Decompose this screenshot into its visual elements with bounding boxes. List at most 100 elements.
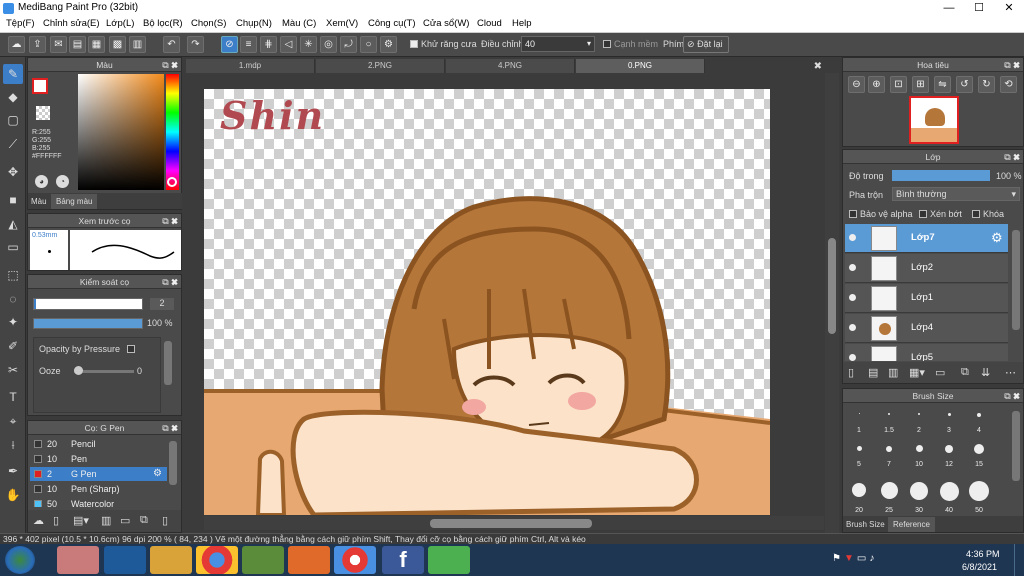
layer-row[interactable]: Lớp5 xyxy=(845,344,1008,361)
layer-row[interactable]: Lớp4 xyxy=(845,314,1008,343)
menu-cloud[interactable]: Cloud xyxy=(477,18,502,29)
brush-size-option[interactable]: 40 xyxy=(935,481,963,515)
brush-size-option[interactable]: 10 xyxy=(905,439,933,469)
foreground-color-swatch[interactable] xyxy=(32,78,48,94)
brush-size-option[interactable]: 4 xyxy=(965,405,993,435)
panel-controls-icon[interactable]: ⧉ ✖ xyxy=(1004,150,1020,164)
eye-icon[interactable] xyxy=(849,354,856,361)
add-brush-icon[interactable]: ▤▾ xyxy=(73,514,89,527)
brush-size-option[interactable]: 1.5 xyxy=(875,405,903,435)
brush-size-option[interactable]: 20 xyxy=(845,481,873,515)
select-pen-tool-icon[interactable]: ✐ xyxy=(3,336,23,356)
tab-document[interactable]: 1.mdp xyxy=(186,59,315,73)
redo-icon[interactable]: ↷ xyxy=(187,36,204,53)
menu-window[interactable]: Cửa sổ(W) xyxy=(423,18,469,29)
reset-button[interactable]: ⊘ Đặt lại xyxy=(683,36,729,53)
cloud-icon[interactable]: ☁ xyxy=(8,36,25,53)
clock-date[interactable]: 6/8/2021 xyxy=(962,562,997,572)
brush-size-option[interactable]: 50 xyxy=(965,481,993,515)
circle-snap-icon[interactable]: ○ xyxy=(360,36,377,53)
export-icon[interactable]: ⇪ xyxy=(29,36,46,53)
page-icon[interactable]: ▥ xyxy=(129,36,146,53)
comment-icon[interactable]: ▤ xyxy=(69,36,86,53)
eye-icon[interactable] xyxy=(849,324,856,331)
network-icon[interactable]: ▭ xyxy=(857,553,869,564)
tab-color[interactable]: Màu xyxy=(31,197,47,206)
system-tray[interactable]: ⚑▼▭♪ xyxy=(832,553,928,567)
brush-list-scrollbar[interactable] xyxy=(169,441,177,485)
eye-icon[interactable] xyxy=(849,234,856,241)
close-tab-icon[interactable]: ✖ xyxy=(814,61,822,72)
ooze-handle[interactable] xyxy=(74,366,83,375)
document-icon[interactable]: ▦ xyxy=(88,36,105,53)
brush-size-slider[interactable] xyxy=(33,298,143,310)
antialias-checkbox[interactable]: Khử răng cưa xyxy=(410,39,477,49)
media-player-taskbar-icon[interactable] xyxy=(288,546,330,574)
perspective-snap-icon[interactable]: ◁ xyxy=(280,36,297,53)
lock-checkbox[interactable]: Khóa xyxy=(972,209,1004,219)
actual-size-icon[interactable]: ⊞ xyxy=(912,76,929,93)
clock-time[interactable]: 4:36 PM xyxy=(966,549,1000,559)
brush-size-option[interactable]: 1 xyxy=(845,405,873,435)
edit-brush-icon[interactable]: ▥ xyxy=(101,514,111,527)
canvas-vertical-scrollbar[interactable] xyxy=(825,73,839,533)
app-taskbar-icon[interactable] xyxy=(242,546,284,574)
tab-document[interactable]: 4.PNG xyxy=(446,59,575,73)
start-button[interactable] xyxy=(5,546,35,574)
bucket-tool-icon[interactable]: ◭ xyxy=(3,214,23,234)
protect-alpha-checkbox[interactable]: Bảo vệ alpha xyxy=(849,209,913,219)
rotate-right-icon[interactable]: ↻ xyxy=(978,76,995,93)
blend-mode-select[interactable]: Bình thường ▾ xyxy=(892,187,1020,201)
drawing-canvas[interactable]: Shin xyxy=(204,89,770,515)
brush-size-option[interactable]: 15 xyxy=(965,439,993,469)
menu-help[interactable]: Help xyxy=(512,18,532,29)
panel-controls-icon[interactable]: ⧉ ✖ xyxy=(162,214,178,228)
panel-controls-icon[interactable]: ⧉ ✖ xyxy=(162,58,178,72)
layer-list-scrollbar[interactable] xyxy=(1012,230,1020,330)
curve-snap-icon[interactable]: ⤾ xyxy=(340,36,357,53)
horizontal-scroll-thumb[interactable] xyxy=(430,519,592,528)
layer-row[interactable]: Lớp2 xyxy=(845,254,1008,283)
menu-select[interactable]: Chọn(S) xyxy=(191,18,226,29)
color-wheel-icon[interactable]: ◕ xyxy=(35,175,48,188)
game-taskbar-icon[interactable] xyxy=(428,546,470,574)
menu-capture[interactable]: Chụp(N) xyxy=(236,18,272,29)
canvas-horizontal-scrollbar[interactable] xyxy=(204,516,824,530)
fit-screen-icon[interactable]: ⊡ xyxy=(890,76,907,93)
duplicate-brush-icon[interactable]: ⧉ xyxy=(140,514,148,527)
saturation-value-picker[interactable] xyxy=(78,74,164,190)
minimize-button[interactable]: — xyxy=(934,0,964,16)
cloud-brush-icon[interactable]: ☁ xyxy=(33,514,44,527)
snap-settings-icon[interactable]: ⚙ xyxy=(380,36,397,53)
tab-reference[interactable]: Reference xyxy=(888,517,935,532)
operation-tool-icon[interactable]: ⌖ xyxy=(3,411,23,431)
new-8bit-layer-icon[interactable]: ▥ xyxy=(888,366,898,379)
brush-size-scrollbar[interactable] xyxy=(1012,411,1020,481)
chrome-taskbar-icon[interactable] xyxy=(196,546,238,574)
parallel-snap-icon[interactable]: ≡ xyxy=(240,36,257,53)
brush-tool-icon[interactable]: ✎ xyxy=(3,64,23,84)
brush-size-option[interactable]: 3 xyxy=(935,405,963,435)
panel-controls-icon[interactable]: ⧉ ✖ xyxy=(1004,58,1020,72)
file-explorer-taskbar-icon[interactable] xyxy=(150,546,192,574)
hue-slider[interactable] xyxy=(166,74,179,190)
snap-off-icon[interactable]: ⊘ xyxy=(221,36,238,53)
panel-controls-icon[interactable]: ⧉ ✖ xyxy=(1004,389,1020,403)
navigator-thumbnail[interactable] xyxy=(909,96,959,144)
browser-taskbar-icon[interactable] xyxy=(334,546,376,574)
pen-tool-icon[interactable]: ✒ xyxy=(3,461,23,481)
brush-size-option[interactable]: 30 xyxy=(905,481,933,515)
menu-color[interactable]: Màu (C) xyxy=(282,18,316,29)
facebook-taskbar-icon[interactable]: f xyxy=(382,546,424,574)
adjust-select[interactable]: 40 ▾ xyxy=(521,36,595,52)
eraser-tool-icon[interactable]: ◆ xyxy=(3,87,23,107)
grid-icon[interactable]: ▩ xyxy=(109,36,126,53)
medibang-taskbar-icon[interactable] xyxy=(57,546,99,574)
soft-edge-checkbox[interactable]: Cạnh mềm xyxy=(603,39,658,49)
layer-row-selected[interactable]: Lớp7 ⚙ xyxy=(845,224,1008,253)
blur-tool-icon[interactable]: ⟋ xyxy=(3,134,23,154)
background-color-swatch[interactable] xyxy=(36,106,50,120)
layer-opacity-slider[interactable] xyxy=(892,170,990,181)
brush-item[interactable]: 10 Pen xyxy=(30,452,167,466)
volume-icon[interactable]: ♪ xyxy=(869,553,877,564)
